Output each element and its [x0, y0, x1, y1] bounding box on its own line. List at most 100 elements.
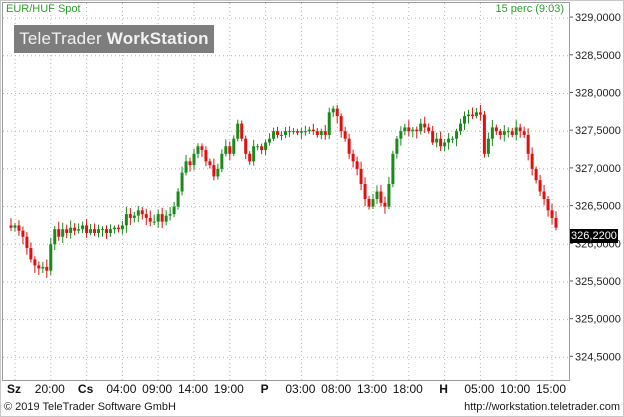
candle-body: [248, 153, 252, 162]
candle-body: [506, 131, 510, 133]
candle-body: [49, 244, 53, 271]
candle-body: [200, 146, 204, 151]
candle-body: [65, 229, 69, 233]
candle-body: [240, 123, 244, 139]
candle-body: [331, 108, 335, 113]
candle-body: [45, 266, 49, 271]
x-tick-label: 10:00: [500, 382, 530, 396]
price-tick-labels: 324,5000325,0000325,5000326,0000326,5000…: [570, 12, 621, 363]
x-tick-label: H: [439, 382, 448, 396]
candle-body: [172, 206, 176, 215]
candle-body: [522, 131, 526, 135]
candle-body: [339, 116, 343, 132]
instrument-label[interactable]: EUR/HUF Spot: [6, 3, 81, 15]
candle-body: [431, 131, 435, 143]
y-tick-label: 327,0000: [575, 163, 621, 175]
candle-body: [256, 146, 260, 148]
candle-body: [89, 229, 93, 233]
candle-body: [212, 165, 216, 177]
candle-body: [112, 227, 116, 230]
chart-plot-area[interactable]: [2, 2, 570, 381]
candle-body: [33, 259, 37, 266]
candle-body: [276, 131, 280, 135]
candle-body: [93, 229, 97, 233]
x-tick-label: 04:00: [106, 382, 136, 396]
candle-body: [470, 114, 474, 117]
candle-body: [498, 131, 502, 135]
candle-body: [81, 225, 85, 230]
candle-body: [236, 123, 240, 139]
candle-body: [419, 123, 423, 132]
candle-body: [196, 146, 200, 154]
y-tick-label: 325,5000: [575, 276, 621, 288]
candle-body: [260, 146, 264, 151]
candle-body: [180, 172, 184, 192]
candle-body: [244, 138, 248, 154]
candle-body: [395, 138, 399, 154]
x-tick-label: 03:00: [285, 382, 315, 396]
candle-body: [25, 236, 29, 249]
candle-body: [132, 215, 136, 218]
candle-body: [538, 180, 542, 192]
candle-body: [335, 108, 339, 117]
candle-body: [546, 199, 550, 211]
candle-body: [252, 146, 256, 162]
candle-body: [188, 161, 192, 166]
candle-body: [463, 116, 467, 124]
x-tick-label: 05:00: [464, 382, 494, 396]
candle-body: [510, 131, 514, 135]
y-tick-label: 324,5000: [575, 351, 621, 363]
candle-body: [268, 138, 272, 143]
candle-body: [534, 168, 538, 181]
logo-text-workstation: WorkStation: [106, 29, 209, 48]
x-tick-label: 13:00: [357, 382, 387, 396]
last-price-tag: 326,2200: [570, 229, 618, 243]
candle-body: [387, 183, 391, 207]
candle-body: [144, 214, 148, 218]
candle-body: [443, 142, 447, 147]
candle-body: [466, 114, 470, 117]
candle-body: [486, 138, 490, 154]
x-tick-label: 15:00: [536, 382, 566, 396]
candle-body: [383, 202, 387, 207]
teletrader-logo: TeleTrader WorkStation: [14, 25, 214, 53]
website-link[interactable]: http://workstation.teletrader.com: [464, 401, 620, 413]
candle-body: [355, 161, 359, 169]
candle-body: [37, 265, 41, 269]
candle-body: [435, 138, 439, 143]
candle-body: [77, 229, 81, 231]
candle-body: [291, 131, 295, 133]
candle-body: [359, 168, 363, 184]
y-tick-label: 325,0000: [575, 314, 621, 326]
time-axis: Sz 20:00 Cs 04:00 09:00 14:00 19:00 P 03:00 08:00…: [7, 382, 566, 396]
logo-text-teletrader: TeleTrader: [19, 29, 107, 48]
candle-body: [423, 123, 427, 128]
candle-body: [514, 127, 518, 135]
candle-body: [399, 131, 403, 139]
candle-body: [228, 146, 232, 154]
candle-body: [100, 229, 104, 231]
candle-body: [455, 131, 459, 139]
candle-body: [459, 123, 463, 132]
x-tick-label: 14:00: [178, 382, 208, 396]
candle-body: [104, 229, 108, 233]
footer-bar: © 2019 TeleTrader Software GmbH http://w…: [0, 399, 624, 417]
candle-body: [57, 229, 61, 237]
candle-body: [415, 129, 419, 132]
candle-body: [363, 183, 367, 200]
candle-body: [29, 248, 33, 260]
candle-body: [323, 131, 327, 135]
copyright-text: © 2019 TeleTrader Software GmbH: [4, 401, 176, 413]
candle-body: [502, 131, 506, 135]
chart-svg[interactable]: [3, 3, 569, 380]
candle-body: [447, 138, 451, 143]
candle-body: [108, 229, 112, 233]
horizontal-gridlines: [3, 17, 569, 358]
candle-body: [427, 127, 431, 132]
candle-body: [478, 112, 482, 115]
candle-body: [204, 150, 208, 162]
candle-body: [319, 131, 323, 135]
interval-time-label[interactable]: 15 perc (9:03): [496, 3, 564, 15]
x-tick-label: P: [261, 382, 269, 396]
y-tick-label: 326,5000: [575, 201, 621, 213]
